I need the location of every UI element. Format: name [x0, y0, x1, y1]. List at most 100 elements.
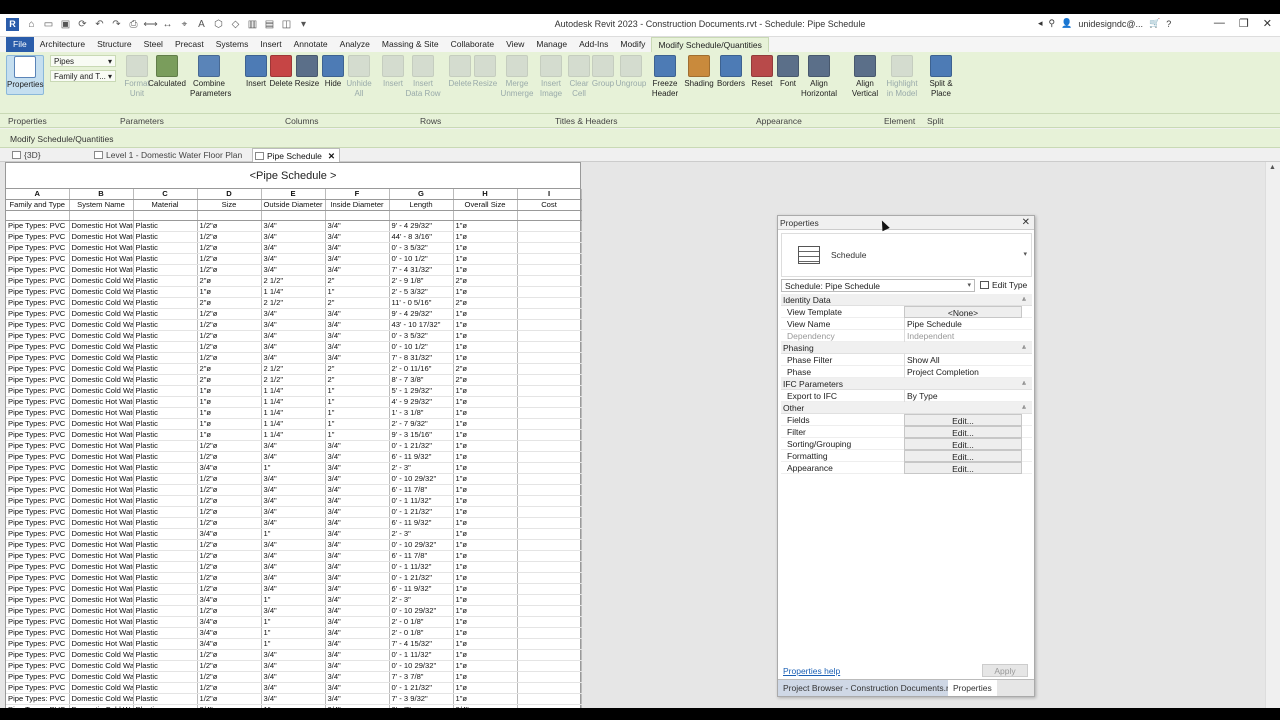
ribbon-button-calculated[interactable]: Calculated: [148, 55, 186, 89]
table-cell[interactable]: 2": [325, 363, 390, 375]
table-row[interactable]: Pipe Types: PVCDomestic Cold WatPlastic3…: [6, 704, 582, 708]
table-cell[interactable]: Pipe Types: PVC: [6, 418, 70, 430]
table-cell[interactable]: 3/4": [261, 242, 326, 254]
table-cell[interactable]: 1"ø: [197, 286, 262, 298]
table-cell[interactable]: Plastic: [133, 374, 198, 386]
tab-manage[interactable]: Manage: [530, 37, 573, 52]
column-letter[interactable]: D: [197, 189, 262, 200]
table-cell[interactable]: [517, 396, 582, 408]
table-cell[interactable]: Plastic: [133, 583, 198, 595]
table-cell[interactable]: 1"ø: [453, 418, 518, 430]
table-cell[interactable]: 2' - 0 1/8": [389, 616, 454, 628]
table-cell[interactable]: Pipe Types: PVC: [6, 352, 70, 364]
table-cell[interactable]: 3/4": [325, 495, 390, 507]
scroll-up-icon[interactable]: ▲: [1269, 164, 1276, 171]
table-cell[interactable]: 1"ø: [197, 385, 262, 397]
table-cell[interactable]: 1/2"ø: [197, 473, 262, 485]
table-cell[interactable]: 3/4": [261, 660, 326, 672]
column-header[interactable]: Overall Size: [453, 199, 518, 211]
table-cell[interactable]: Pipe Types: PVC: [6, 616, 70, 628]
tab-view[interactable]: View: [500, 37, 530, 52]
table-cell[interactable]: 1"ø: [453, 616, 518, 628]
table-cell[interactable]: 1/2"ø: [197, 242, 262, 254]
table-cell[interactable]: 2 1/2": [261, 275, 326, 287]
table-cell[interactable]: 0' - 1 11/32": [389, 495, 454, 507]
table-cell[interactable]: 3/4": [325, 583, 390, 595]
table-cell[interactable]: Pipe Types: PVC: [6, 407, 70, 419]
table-row[interactable]: Pipe Types: PVC Domestic Hot Wate Plastic 1…: [6, 407, 582, 419]
edit-type-button[interactable]: Edit Type: [980, 279, 1027, 292]
column-letter[interactable]: H: [453, 189, 518, 200]
table-cell[interactable]: Plastic: [133, 451, 198, 463]
table-cell[interactable]: [517, 539, 582, 551]
table-cell[interactable]: 0' - 1 21/32": [389, 440, 454, 452]
table-cell[interactable]: 3/4": [325, 242, 390, 254]
ribbon-button-insert-data-row[interactable]: Insert Data Row: [404, 55, 442, 99]
column-letter[interactable]: C: [133, 189, 198, 200]
table-cell[interactable]: Domestic Cold Wat: [69, 385, 134, 397]
table-cell[interactable]: Domestic Hot Wate: [69, 484, 134, 496]
table-cell[interactable]: 1"ø: [453, 682, 518, 694]
table-cell[interactable]: 6' - 11 9/32": [389, 517, 454, 529]
ribbon-button-unhide-all[interactable]: Unhide All: [340, 55, 378, 99]
table-cell[interactable]: Pipe Types: PVC: [6, 462, 70, 474]
table-cell[interactable]: [517, 231, 582, 243]
table-cell[interactable]: 1"ø: [453, 286, 518, 298]
table-cell[interactable]: Domestic Hot Wate: [69, 517, 134, 529]
table-cell[interactable]: 1/2"ø: [197, 352, 262, 364]
table-cell[interactable]: 3/4": [325, 704, 390, 708]
tab-architecture[interactable]: Architecture: [34, 37, 91, 52]
table-cell[interactable]: Plastic: [133, 462, 198, 474]
schedule-title[interactable]: <Pipe Schedule >: [6, 163, 580, 189]
column-header[interactable]: Inside Diameter: [325, 199, 390, 211]
table-cell[interactable]: Plastic: [133, 264, 198, 276]
properties-header[interactable]: Properties ✕: [778, 216, 1034, 230]
table-row[interactable]: Pipe Types: PVC Domestic Hot Wate Plastic 3…: [6, 638, 582, 650]
table-cell[interactable]: 1"ø: [453, 693, 518, 705]
table-cell[interactable]: 3/4": [261, 231, 326, 243]
table-row[interactable]: Pipe Types: PVC Domestic Hot Wate Plastic 1…: [6, 517, 582, 529]
property-value[interactable]: By Type: [904, 390, 1022, 402]
table-cell[interactable]: [517, 286, 582, 298]
table-cell[interactable]: Pipe Types: PVC: [6, 396, 70, 408]
table-cell[interactable]: 6' - 11 7/8": [389, 484, 454, 496]
table-cell[interactable]: 1"ø: [453, 341, 518, 353]
table-cell[interactable]: Plastic: [133, 572, 198, 584]
ribbon-button-merge-unmerge[interactable]: Merge Unmerge: [498, 55, 536, 99]
table-cell[interactable]: 3/4": [325, 594, 390, 606]
table-cell[interactable]: Plastic: [133, 671, 198, 683]
table-row[interactable]: Pipe Types: PVC Domestic Hot Wate Plastic 1…: [6, 561, 582, 573]
ribbon-button-split-place[interactable]: Split & Place: [922, 55, 960, 99]
table-cell[interactable]: Domestic Cold Wat: [69, 374, 134, 386]
table-cell[interactable]: [517, 440, 582, 452]
table-cell[interactable]: 6' - 11 7/8": [389, 550, 454, 562]
table-cell[interactable]: [517, 627, 582, 639]
property-edit-button[interactable]: Edit...: [904, 462, 1022, 474]
table-cell[interactable]: Plastic: [133, 594, 198, 606]
table-cell[interactable]: Pipe Types: PVC: [6, 704, 70, 708]
column-header[interactable]: System Name: [69, 199, 134, 211]
apply-button[interactable]: Apply: [982, 664, 1028, 677]
tab-systems[interactable]: Systems: [210, 37, 255, 52]
table-cell[interactable]: Plastic: [133, 484, 198, 496]
table-cell[interactable]: [517, 660, 582, 672]
table-cell[interactable]: 6' - 11 9/32": [389, 451, 454, 463]
table-cell[interactable]: Domestic Hot Wate: [69, 440, 134, 452]
ribbon-button-ungroup[interactable]: Ungroup: [612, 55, 650, 89]
table-cell[interactable]: 3/4": [325, 440, 390, 452]
table-row[interactable]: Pipe Types: PVC Domestic Hot Wate Plastic 1…: [6, 539, 582, 551]
table-cell[interactable]: 2"ø: [197, 297, 262, 309]
table-cell[interactable]: [517, 308, 582, 320]
schedule-view[interactable]: <Pipe Schedule > ABCDEFGHI Family and Ty…: [5, 162, 582, 708]
tab-steel[interactable]: Steel: [138, 37, 169, 52]
table-cell[interactable]: 3/4": [261, 352, 326, 364]
column-header[interactable]: Material: [133, 199, 198, 211]
table-cell[interactable]: 1": [261, 594, 326, 606]
table-cell[interactable]: Plastic: [133, 506, 198, 518]
table-cell[interactable]: Domestic Hot Wate: [69, 396, 134, 408]
table-cell[interactable]: 43' - 10 17/32": [389, 319, 454, 331]
table-cell[interactable]: 3/4": [261, 682, 326, 694]
table-cell[interactable]: [517, 319, 582, 331]
table-cell[interactable]: 1": [325, 396, 390, 408]
table-cell[interactable]: 1' - 3 1/8": [389, 407, 454, 419]
